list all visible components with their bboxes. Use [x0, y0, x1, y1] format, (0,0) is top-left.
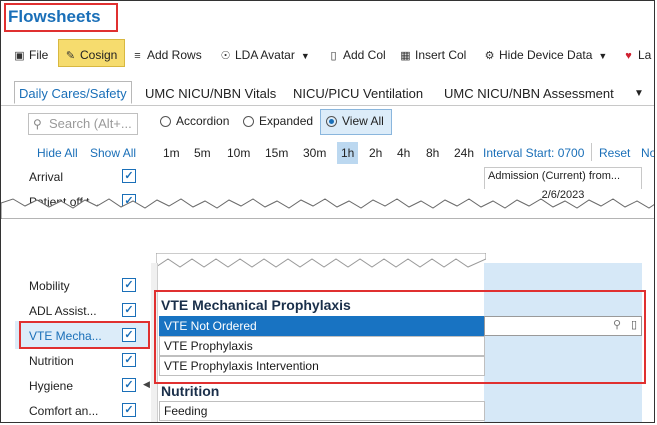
hide-all-link[interactable]: Hide All	[37, 146, 78, 160]
interval-2h[interactable]: 2h	[369, 146, 382, 160]
cell-feeding[interactable]	[484, 401, 642, 421]
add-rows-icon: ≡	[134, 50, 141, 62]
torn-edge-grid	[156, 253, 486, 268]
checkbox-nutrition[interactable]: ✓	[122, 353, 136, 367]
app-title: Flowsheets	[8, 7, 101, 26]
toolbar: ▣ File ✎ Cosign ≡ Add Rows ☉ LDA Avatar ▼ ▯ Ad…	[1, 39, 654, 69]
insert-col-icon: ▦	[400, 50, 411, 62]
interval-5m[interactable]: 5m	[194, 146, 211, 160]
view-all-radio[interactable]: View All	[326, 114, 384, 128]
checkbox-arrival[interactable]: ✓	[122, 169, 136, 183]
tab-nicu-vitals[interactable]: UMC NICU/NBN Vitals	[145, 86, 276, 101]
reset-link[interactable]: Reset	[599, 146, 630, 160]
interval-1h[interactable]: 1h	[337, 142, 359, 164]
add-rows-button[interactable]: ≡ Add Rows	[131, 45, 201, 65]
interval-15m[interactable]: 15m	[265, 146, 288, 160]
device-icon: ⚙	[484, 50, 495, 62]
lda-avatar-button[interactable]: ☉ LDA Avatar ▼	[219, 45, 310, 65]
checkbox-comfort[interactable]: ✓	[122, 403, 136, 417]
vte-sidebar-highlight-box	[19, 321, 150, 349]
interval-4h[interactable]: 4h	[397, 146, 410, 160]
sidebar-item-nutrition[interactable]: Nutrition	[29, 354, 74, 368]
radio-icon	[160, 116, 171, 127]
cosign-button[interactable]: ✎ Cosign	[64, 45, 117, 65]
file-button[interactable]: ▣ File	[13, 45, 48, 65]
avatar-icon: ☉	[220, 50, 231, 62]
tab-daily-cares[interactable]: Daily Cares/Safety	[14, 81, 132, 104]
search-icon: ⚲	[33, 117, 42, 131]
sidebar-item-comfort[interactable]: Comfort an...	[29, 404, 98, 418]
interval-start-link[interactable]: Interval Start: 0700	[483, 146, 584, 160]
collapse-sidebar-icon[interactable]: ◀	[143, 379, 150, 390]
now-link[interactable]: No	[641, 146, 654, 160]
expanded-radio[interactable]: Expanded	[243, 114, 313, 128]
heart-icon: ♥	[625, 50, 632, 62]
torn-edge-divider	[1, 198, 654, 219]
flowsheets-window: Flowsheets ▣ File ✎ Cosign ≡ Add Rows ☉ LDA …	[0, 0, 655, 423]
interval-10m[interactable]: 10m	[227, 146, 250, 160]
tab-ventilation[interactable]: NICU/PICU Ventilation	[293, 86, 423, 101]
checkbox-hygiene[interactable]: ✓	[122, 378, 136, 392]
add-col-icon: ▯	[330, 50, 337, 62]
chevron-down-icon: ▼	[300, 51, 310, 61]
search-input[interactable]: ⚲ Search (Alt+...	[28, 113, 138, 135]
column-header[interactable]: Admission (Current) from...	[484, 167, 642, 189]
save-icon: ▣	[14, 50, 25, 62]
radio-selected-icon	[326, 116, 337, 127]
radio-icon	[243, 116, 254, 127]
tab-nicu-assessment[interactable]: UMC NICU/NBN Assessment	[444, 86, 614, 101]
chevron-down-icon: ▼	[598, 51, 608, 61]
vte-highlight-box	[154, 290, 646, 384]
cosign-icon: ✎	[65, 50, 76, 62]
hide-device-data-button[interactable]: ⚙ Hide Device Data ▼	[483, 45, 608, 65]
interval-30m[interactable]: 30m	[303, 146, 326, 160]
sidebar-item-arrival[interactable]: Arrival	[29, 170, 63, 184]
interval-24h[interactable]: 24h	[454, 146, 474, 160]
sidebar-item-hygiene[interactable]: Hygiene	[29, 379, 73, 393]
accordion-radio[interactable]: Accordion	[160, 114, 229, 128]
section-nutrition: Nutrition	[161, 383, 220, 399]
checkbox-adl-assist[interactable]: ✓	[122, 303, 136, 317]
divider	[591, 143, 592, 161]
sidebar-item-mobility[interactable]: Mobility	[29, 279, 70, 293]
checkbox-mobility[interactable]: ✓	[122, 278, 136, 292]
insert-col-button[interactable]: ▦ Insert Col	[399, 45, 466, 65]
show-all-link[interactable]: Show All	[90, 146, 136, 160]
interval-8h[interactable]: 8h	[426, 146, 439, 160]
tab-overflow-icon[interactable]: ▼	[634, 88, 644, 99]
tab-bar: Daily Cares/Safety UMC NICU/NBN Vitals N…	[1, 81, 654, 106]
sidebar-item-adl-assist[interactable]: ADL Assist...	[29, 304, 97, 318]
la-button[interactable]: ♥ La	[622, 45, 651, 65]
interval-1m[interactable]: 1m	[163, 146, 180, 160]
add-col-button[interactable]: ▯ Add Col	[327, 45, 385, 65]
